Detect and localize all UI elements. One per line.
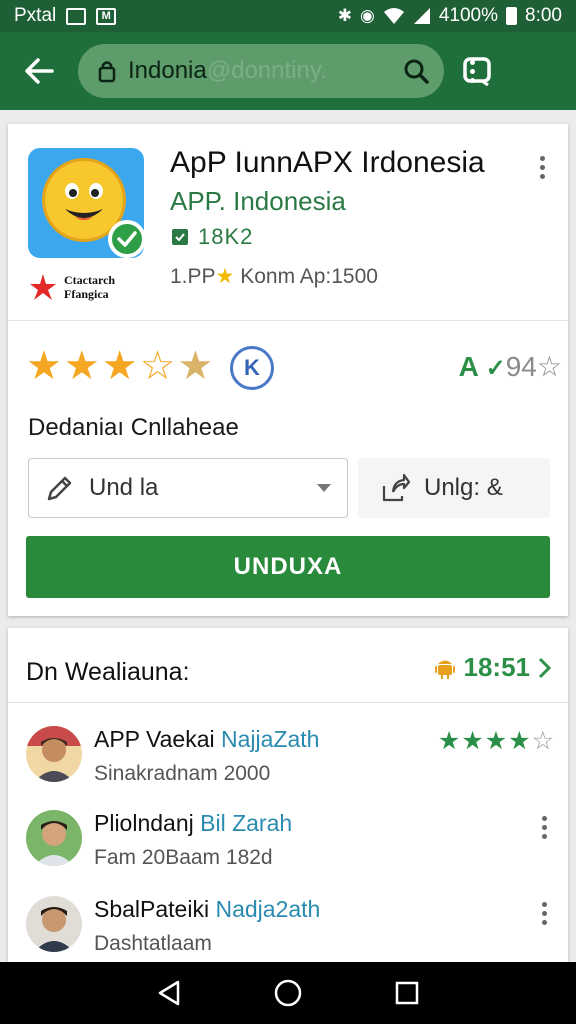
share-icon [382, 473, 410, 502]
star-outline-icon: ☆ [139, 344, 176, 388]
star-full-icon: ★ [63, 344, 100, 388]
app-star-rating: ★ ★ ★ ☆ ★ [26, 346, 213, 386]
meta-prefix: 1.PP [170, 265, 216, 288]
description-label: Dedaniaı Cnllaheae [28, 414, 239, 441]
bluetooth-icon: ✱ [337, 6, 352, 25]
url-faded: @donntiny. [206, 57, 327, 84]
reviews-count-link[interactable]: 18:51 [434, 652, 553, 683]
review-name: APP Vaekai NajjaZath [94, 726, 319, 753]
system-nav-bar [0, 962, 576, 1024]
status-bar: Pxtal M ✱ ◉ 4100% 8:00 [0, 0, 576, 32]
wifi-icon [383, 8, 404, 24]
review-subtitle: Sinakradnam 2000 [94, 762, 271, 785]
reviewer-name: SbalPateiki [94, 896, 210, 922]
avatar [26, 726, 82, 782]
url-main: Indonia [128, 57, 207, 84]
reviewer-name: Pliolndanj [94, 810, 194, 836]
avatar [26, 810, 82, 866]
back-button[interactable] [0, 32, 78, 110]
review-more-icon[interactable] [534, 816, 554, 839]
back-triangle-icon [159, 980, 180, 1006]
divider [8, 702, 568, 703]
reviewer-handle: Bil Zarah [200, 810, 293, 836]
app-developer-link[interactable]: APP. Indonesia [170, 186, 346, 217]
avatar [26, 896, 82, 952]
star-full-icon: ★ [484, 727, 508, 755]
review-stars: ★ ★ ★ ★ ☆ [438, 728, 554, 754]
search-icon[interactable] [402, 57, 430, 85]
rating-star-icon: ☆ [536, 351, 562, 382]
carrier-label: Pxtal [14, 5, 57, 26]
lock-icon [98, 61, 116, 83]
review-subtitle: Dashtatlaam [94, 932, 212, 955]
brand-line-2: Ffangica [64, 287, 109, 301]
reviewer-handle: NajjaZath [221, 726, 320, 752]
reviewer-handle: Nadja2ath [215, 896, 321, 922]
app-meta: 1.PP★ Konm Ap:1500 [170, 264, 378, 289]
reviews-card: Dn Wealiauna: 18:51 APP Vaekai NajjaZath… [8, 628, 568, 962]
back-arrow-icon [25, 58, 54, 84]
rating-num: 94 [505, 351, 537, 382]
review-item[interactable]: Pliolndanj Bil Zarah Fam 20Baam 182d [8, 810, 568, 898]
android-icon [434, 660, 455, 679]
nav-recents-button[interactable] [387, 973, 427, 1013]
dropdown-value: Und la [89, 474, 159, 501]
notification-box-icon [66, 7, 87, 25]
review-more-icon[interactable] [534, 902, 554, 925]
clock: 8:00 [525, 5, 562, 26]
rating-summary: A ✓94☆ [459, 350, 562, 383]
signal-icon [413, 8, 430, 24]
reviewer-name: APP Vaekai [94, 726, 215, 752]
home-circle-icon [274, 979, 302, 1007]
nav-home-button[interactable] [268, 973, 308, 1013]
review-name: SbalPateiki Nadja2ath [94, 896, 320, 923]
mute-icon: ◉ [360, 6, 375, 25]
app-title: ApP IunnAPX Irdonesia [170, 146, 485, 179]
app-card: Ctactarch Ffangica ApP IunnAPX Irdonesia … [8, 124, 568, 616]
reviews-count: 18:51 [463, 652, 531, 682]
browser-toolbar: Indonia@donntiny. [0, 32, 576, 110]
star-outline-icon: ☆ [531, 727, 554, 755]
meta-star-icon: ★ [215, 265, 235, 288]
battery-icon [506, 7, 518, 25]
more-vert-icon[interactable] [462, 59, 482, 83]
review-item[interactable]: APP Vaekai NajjaZath Sinakradnam 2000 ★ … [8, 726, 568, 814]
url-bar[interactable]: Indonia@donntiny. [78, 44, 444, 98]
brand-line-1: Ctactarch [64, 273, 116, 287]
battery-percent: 4100% [438, 5, 499, 26]
star-full-icon: ★ [461, 727, 484, 755]
mail-icon: M [96, 7, 117, 25]
url-text: Indonia@donntiny. [128, 57, 402, 85]
pencil-icon [47, 476, 72, 501]
star-full-icon: ★ [101, 344, 138, 388]
nav-back-button[interactable] [149, 973, 189, 1013]
review-name: Pliolndanj Bil Zarah [94, 810, 292, 837]
rating-check-icon: ✓ [485, 355, 506, 382]
reviews-heading: Dn Wealiauna: [26, 658, 190, 686]
chevron-down-icon [317, 484, 331, 492]
star-full-icon: ★ [26, 344, 62, 388]
review-subtitle: Fam 20Baam 182d [94, 846, 273, 869]
share-label: Unlg: & [424, 474, 503, 501]
badge-check-icon [172, 229, 188, 245]
star-full-icon: ★ [437, 727, 461, 755]
recents-square-icon [395, 981, 418, 1005]
star-full-icon: ★ [508, 727, 531, 755]
brand-logo: Ctactarch Ffangica [28, 272, 115, 302]
rating-circle-icon[interactable]: K [230, 346, 274, 390]
rating-letter: A [458, 351, 478, 382]
divider [8, 320, 568, 321]
review-item[interactable]: SbalPateiki Nadja2ath Dashtatlaam [8, 896, 568, 962]
install-button[interactable]: UNDUXA [26, 536, 550, 598]
share-button[interactable]: Unlg: & [358, 458, 550, 518]
app-more-icon[interactable] [532, 156, 552, 179]
meta-suffix: Konm Ap:1500 [240, 265, 378, 288]
app-badge-row: 18K2 [172, 224, 253, 250]
badge-number: 18K2 [198, 224, 254, 249]
star-logo-icon [30, 274, 56, 300]
option-dropdown[interactable]: Und la [28, 458, 348, 518]
chevron-right-icon [538, 657, 552, 678]
star-half-icon: ★ [177, 344, 214, 388]
verified-check-icon [108, 220, 146, 258]
